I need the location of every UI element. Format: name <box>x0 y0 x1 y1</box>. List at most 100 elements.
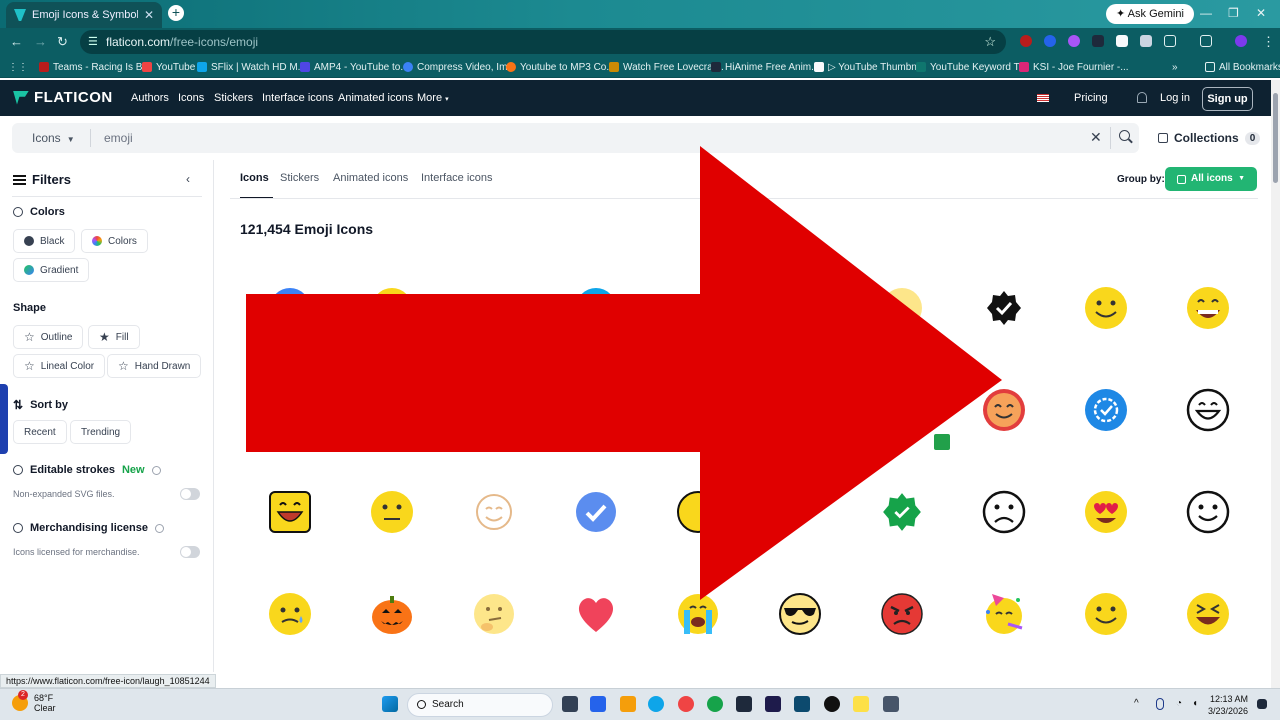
sort-chip-recent[interactable]: Recent <box>13 420 67 444</box>
premiere-icon[interactable] <box>765 696 781 712</box>
bookmark-item[interactable]: SFlix | Watch HD M... <box>197 56 306 78</box>
scrollbar-thumb[interactable] <box>1273 93 1278 183</box>
store-icon[interactable] <box>590 696 606 712</box>
shield-extension-icon[interactable] <box>1140 35 1152 47</box>
language-flag-icon[interactable] <box>1037 94 1049 102</box>
icon-result[interactable] <box>1082 284 1130 332</box>
address-bar[interactable]: ☰ flaticon.com/free-icons/emoji ☆ <box>80 30 1006 54</box>
extension-icon[interactable] <box>1116 35 1128 47</box>
clear-search-icon[interactable]: ✕ <box>1090 129 1102 146</box>
profile-avatar[interactable] <box>1235 35 1247 47</box>
firefox-icon[interactable] <box>678 696 694 712</box>
tray-chevron-icon[interactable]: ^ <box>1134 698 1144 709</box>
shape-chip-hand-drawn[interactable]: ☆ Hand Drawn <box>107 354 202 378</box>
site-info-icon[interactable]: ☰ <box>88 30 98 54</box>
all-bookmarks-folder[interactable]: All Bookmarks <box>1205 56 1280 78</box>
photoshop-icon[interactable] <box>794 696 810 712</box>
icon-result[interactable] <box>1184 590 1232 638</box>
minimize-icon[interactable]: — <box>1200 6 1212 20</box>
icon-result[interactable] <box>1082 386 1130 434</box>
browser-tab[interactable]: Emoji Icons & Symbols ✕ <box>6 2 162 28</box>
editable-strokes-toggle[interactable] <box>180 488 200 500</box>
extension-icon[interactable] <box>1092 35 1104 47</box>
edge-icon[interactable] <box>648 696 664 712</box>
windows-start-icon[interactable] <box>382 696 398 712</box>
color-chip-colors[interactable]: Colors <box>81 229 148 253</box>
bookmark-item[interactable]: Youtube to MP3 Co... <box>506 56 615 78</box>
signup-button[interactable]: Sign up <box>1202 87 1253 111</box>
task-view-icon[interactable] <box>562 696 578 712</box>
bookmark-item[interactable]: YouTube <box>142 56 195 78</box>
icon-result[interactable] <box>1082 488 1130 536</box>
profile-menu-icon[interactable]: | <box>1180 6 1183 20</box>
login-link[interactable]: Log in <box>1160 92 1190 104</box>
bookmark-item[interactable]: Watch Free Lovecraf... <box>609 56 724 78</box>
extension-icon[interactable] <box>1044 35 1056 47</box>
sort-chip-trending[interactable]: Trending <box>70 420 132 444</box>
app-icon[interactable] <box>883 696 899 712</box>
apps-grid-icon[interactable]: ⋮⋮ <box>8 56 28 78</box>
icon-result[interactable] <box>1082 590 1130 638</box>
nav-authors[interactable]: Authors <box>131 92 169 104</box>
chrome-icon[interactable] <box>707 696 723 712</box>
forward-icon[interactable]: → <box>34 34 47 50</box>
taskbar-clock[interactable]: 12:13 AM 3/23/2026 <box>1208 693 1248 717</box>
bookmark-item[interactable]: HiAnime Free Anim... <box>711 56 819 78</box>
reload-icon[interactable]: ↻ <box>57 34 68 50</box>
microphone-icon[interactable] <box>1156 698 1164 710</box>
icon-result[interactable] <box>1184 284 1232 332</box>
nav-stickers[interactable]: Stickers <box>214 92 253 104</box>
search-input[interactable]: emoji <box>104 131 133 145</box>
icon-result[interactable] <box>1184 386 1232 434</box>
notification-icon[interactable] <box>1257 699 1267 709</box>
file-explorer-icon[interactable] <box>620 696 636 712</box>
bookmark-item[interactable]: KSI - Joe Fournier -... <box>1019 56 1129 78</box>
color-chip-black[interactable]: Black <box>13 229 76 253</box>
volume-icon[interactable]: ◖ <box>1192 698 1204 709</box>
extension-icon[interactable] <box>1068 35 1080 47</box>
extension-icon[interactable] <box>1020 35 1032 47</box>
flaticon-logo[interactable]: FLATICON <box>13 89 113 106</box>
shape-chip-outline[interactable]: ☆ Outline <box>13 325 84 349</box>
more-bookmarks-icon[interactable]: » <box>1172 56 1178 78</box>
bookmark-item[interactable]: YouTube Keyword T... <box>916 56 1027 78</box>
collections-button[interactable]: Collections 0 <box>1158 131 1261 145</box>
icon-result[interactable] <box>1184 488 1232 536</box>
steam-icon[interactable] <box>736 696 752 712</box>
weather-widget[interactable]: 2 68°F Clear <box>12 690 56 713</box>
back-icon[interactable]: ← <box>10 34 23 50</box>
extensions-puzzle-icon[interactable] <box>1164 35 1176 47</box>
nav-animated-icons[interactable]: Animated icons <box>338 92 413 104</box>
nav-interface-icons[interactable]: Interface icons <box>262 92 334 104</box>
taskbar-search[interactable]: Search <box>407 693 553 717</box>
shape-chip-lineal-color[interactable]: ☆ Lineal Color <box>13 354 106 378</box>
collapse-sidebar-icon[interactable]: ‹ <box>186 172 190 186</box>
close-tab-icon[interactable]: ✕ <box>144 8 154 22</box>
expand-panel-handle[interactable] <box>0 384 8 454</box>
restore-icon[interactable]: ❐ <box>1228 6 1239 20</box>
merch-license-toggle[interactable] <box>180 546 200 558</box>
bookmark-item[interactable]: AMP4 - YouTube to... <box>300 56 409 78</box>
new-tab-button[interactable]: + <box>168 5 184 21</box>
pricing-link[interactable]: Pricing <box>1074 92 1108 104</box>
search-icon[interactable] <box>1119 130 1130 141</box>
wifi-icon[interactable]: ◔ <box>1176 698 1188 709</box>
search-type-dropdown[interactable]: Icons ▼ <box>32 131 75 145</box>
browser-menu-icon[interactable]: ⋮ <box>1262 34 1275 50</box>
info-icon[interactable] <box>151 465 161 475</box>
obs-icon[interactable] <box>824 696 840 712</box>
color-chip-gradient[interactable]: Gradient <box>13 258 90 282</box>
bookmark-item[interactable]: Compress Video, Im... <box>403 56 516 78</box>
info-icon[interactable] <box>154 523 164 533</box>
shape-chip-fill[interactable]: ★ Fill <box>88 325 140 349</box>
app-icon[interactable] <box>853 696 869 712</box>
bookmark-item[interactable]: Teams - Racing Is B... <box>39 56 151 78</box>
notification-bell-icon[interactable] <box>1137 92 1147 103</box>
bookmark-star-icon[interactable]: ☆ <box>984 30 996 54</box>
group-by-dropdown[interactable]: All icons ▼ <box>1165 167 1257 191</box>
nav-icons[interactable]: Icons <box>178 92 204 104</box>
nav-more[interactable]: More ▾ <box>417 92 449 104</box>
bookmark-item[interactable]: ▷ YouTube Thumbn... <box>814 56 925 78</box>
side-panel-icon[interactable] <box>1200 35 1212 47</box>
close-window-icon[interactable]: ✕ <box>1256 6 1266 20</box>
